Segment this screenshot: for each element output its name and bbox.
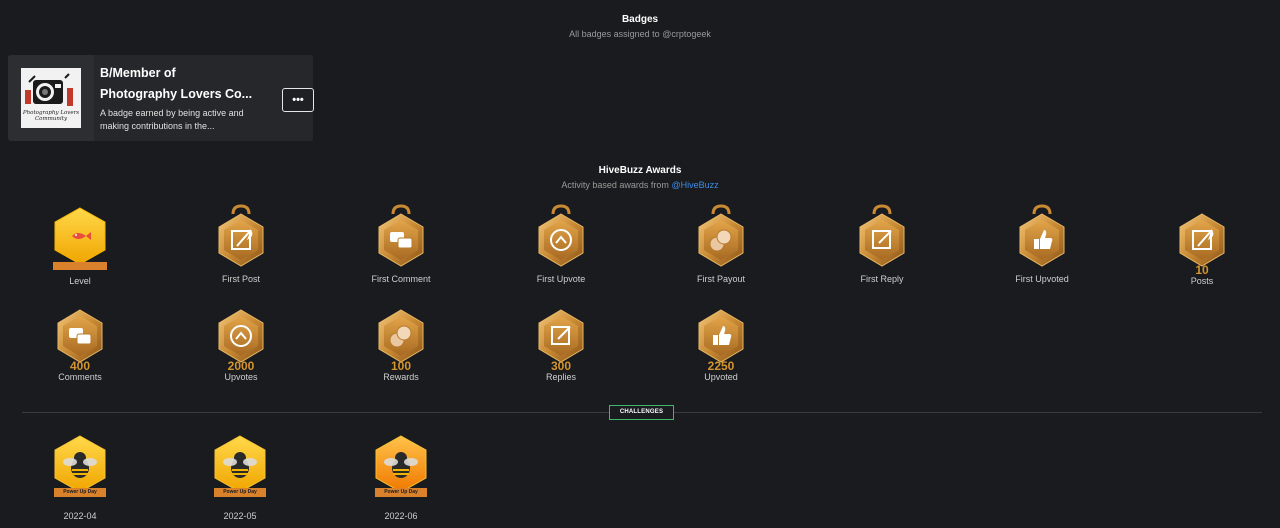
award-label: First Comment [371,274,431,284]
badge-card[interactable]: Photography Lovers Community B/Member of… [8,55,314,141]
logo-lettering: Photography Lovers Community [22,110,80,122]
upvote-icon [506,204,616,268]
challenge-2022-06[interactable]: Power Up Day 2022-06 [346,434,456,522]
badges-header: Badges All badges assigned to @crptogeek [0,14,1280,40]
award-first-comment[interactable]: First Comment [346,204,456,285]
award-upvoted[interactable]: 2250 Upvoted [666,300,776,383]
upvote-icon [186,300,296,364]
power-up-day-ribbon: Power Up Day [54,488,106,497]
award-count: 2250 [707,359,735,373]
award-comments[interactable]: 400 Comments [25,300,135,383]
award-first-payout[interactable]: First Payout [666,204,776,285]
award-rewards[interactable]: 100 Rewards [346,300,456,383]
award-label: Level [69,276,91,286]
award-first-reply[interactable]: First Reply [827,204,937,285]
award-level[interactable]: Level [25,204,135,287]
award-label: Comments [58,372,102,382]
award-first-upvote[interactable]: First Upvote [506,204,616,285]
award-label: First Post [221,274,260,284]
chat-bubbles-icon [25,300,135,364]
award-label: Upvoted [704,372,738,382]
fish-icon [25,204,135,276]
badge-info: B/Member of Photography Lovers Co... A b… [94,55,264,141]
coins-icon [666,204,776,268]
hivebuzz-link[interactable]: @HiveBuzz [671,180,718,190]
badges-title: Badges [621,14,659,25]
award-first-post[interactable]: First Post [186,204,296,285]
badge-description: A badge earned by being active and makin… [100,108,244,131]
hivebuzz-title: HiveBuzz Awards [598,165,682,176]
badge-name-line2: Photography Lovers Co... [100,87,253,101]
award-label: Upvotes [224,372,258,382]
award-count: 300 [550,359,572,373]
edit-icon [827,204,937,268]
edit-icon [506,300,616,364]
thumbs-up-icon [666,300,776,364]
hivebuzz-subtitle: Activity based awards from @HiveBuzz [561,180,719,190]
award-upvotes[interactable]: 2000 Upvotes [186,300,296,383]
power-up-day-ribbon: Power Up Day [214,488,266,497]
award-label: First Reply [860,274,904,284]
photography-lovers-logo: Photography Lovers Community [21,68,81,128]
award-label: First Payout [696,274,745,284]
award-count: 400 [69,359,91,373]
award-count: 2000 [227,359,255,373]
badge-name-line1: B/Member of [100,66,176,80]
challenge-label: 2022-05 [223,511,257,521]
award-replies[interactable]: 300 Replies [506,300,616,383]
coins-icon [346,300,456,364]
award-count: 100 [390,359,412,373]
quill-icon [186,204,296,268]
quill-icon [1147,204,1257,268]
challenge-label: 2022-06 [384,511,418,521]
badge-thumbnail: Photography Lovers Community [8,55,94,141]
level-badge-graphic [53,207,107,270]
award-label: Posts [1190,276,1214,286]
award-label: First Upvoted [1015,274,1069,284]
challenge-2022-05[interactable]: Power Up Day 2022-05 [185,434,295,522]
more-options-button[interactable]: ••• [282,88,314,112]
award-count: 10 [1195,263,1209,277]
award-label: Rewards [383,372,419,382]
award-label: Replies [545,372,576,382]
challenge-label: 2022-04 [63,511,97,521]
challenges-tag: CHALLENGES [609,405,674,420]
chat-bubbles-icon [346,204,456,268]
hivebuzz-header: HiveBuzz Awards Activity based awards fr… [0,165,1280,191]
thumbs-up-icon [987,204,1097,268]
award-first-upvoted[interactable]: First Upvoted [987,204,1097,285]
award-label: First Upvote [536,274,586,284]
challenge-2022-04[interactable]: Power Up Day 2022-04 [25,434,135,522]
power-up-day-ribbon: Power Up Day [375,488,427,497]
badges-subtitle: All badges assigned to @crptogeek [569,29,711,39]
award-posts[interactable]: 10 Posts [1147,204,1257,287]
